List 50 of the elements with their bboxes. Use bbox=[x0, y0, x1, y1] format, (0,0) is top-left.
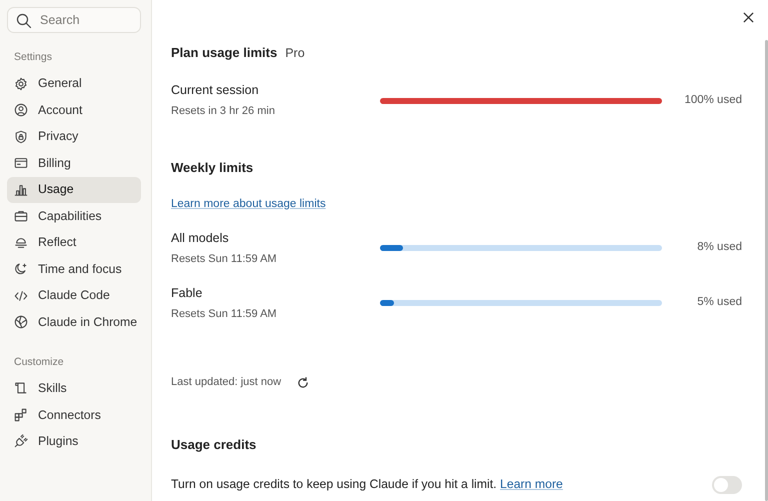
learn-more-link[interactable]: Learn more bbox=[500, 477, 563, 492]
scroll-icon bbox=[14, 381, 28, 396]
last-updated-text: Last updated: just now bbox=[171, 376, 282, 390]
usage-reading: 5% used bbox=[696, 296, 742, 310]
sidebar-item[interactable]: Time and focus bbox=[7, 256, 141, 283]
sidebar-item[interactable]: Account bbox=[7, 97, 141, 124]
sidebar-item[interactable]: Skills bbox=[7, 375, 141, 402]
sidebar-item[interactable]: Billing bbox=[7, 150, 141, 177]
refresh-icon[interactable] bbox=[297, 376, 310, 389]
usage-reading: 8% used bbox=[696, 241, 742, 256]
section-title: Plan usage limits bbox=[171, 45, 278, 61]
limit-name: All models bbox=[171, 230, 230, 246]
sidebar-item[interactable]: Claude Code bbox=[7, 282, 141, 310]
reset-time: Resets Sun 11:59 AM bbox=[171, 308, 278, 321]
plan-name: Pro bbox=[285, 46, 305, 61]
reset-time: Resets in 3 hr 26 min bbox=[171, 105, 276, 118]
section-title: Weekly limits bbox=[171, 160, 254, 176]
briefcase-icon bbox=[14, 209, 28, 224]
limit-name: Fable bbox=[171, 286, 204, 301]
plug-icon bbox=[14, 434, 28, 448]
moon-icon bbox=[14, 262, 28, 276]
credits-description: Turn on usage credits to keep using Claude if you hit a limit. Learn more bbox=[171, 477, 563, 492]
learn-more-link[interactable]: Learn more about usage limits bbox=[171, 198, 326, 212]
sidebar-item[interactable]: Usage bbox=[7, 176, 141, 204]
code-icon bbox=[14, 288, 28, 303]
sidebar-item[interactable]: Plugins bbox=[7, 428, 141, 455]
sidebar-item[interactable]: Privacy bbox=[7, 124, 141, 150]
search-field[interactable]: Search bbox=[7, 7, 141, 33]
section-label: Customize bbox=[13, 356, 65, 368]
shield-lock-icon bbox=[14, 130, 28, 144]
blocks-icon bbox=[14, 408, 28, 422]
usage-credits-toggle[interactable] bbox=[712, 476, 742, 494]
sidebar-item[interactable]: Capabilities bbox=[7, 203, 141, 230]
reflect-icon bbox=[14, 236, 28, 250]
bar-chart-icon bbox=[14, 182, 28, 197]
close-icon[interactable] bbox=[743, 12, 754, 23]
section-label: Settings bbox=[13, 51, 53, 64]
card-icon bbox=[14, 156, 28, 170]
sidebar-item[interactable]: Reflect bbox=[7, 230, 141, 256]
account-icon bbox=[14, 103, 28, 118]
usage-reading: 100% used bbox=[683, 94, 742, 108]
gear-icon bbox=[14, 76, 28, 91]
sidebar-item[interactable]: Connectors bbox=[7, 402, 141, 428]
reset-time: Resets Sun 11:59 AM bbox=[171, 252, 278, 266]
section-title: Usage credits bbox=[171, 437, 258, 453]
scrollbar[interactable] bbox=[765, 40, 768, 501]
sidebar-item[interactable]: General bbox=[7, 70, 141, 98]
limit-name: Current session bbox=[171, 83, 260, 98]
globe-icon bbox=[14, 315, 28, 330]
sidebar-item[interactable]: Claude in Chrome bbox=[7, 309, 141, 336]
